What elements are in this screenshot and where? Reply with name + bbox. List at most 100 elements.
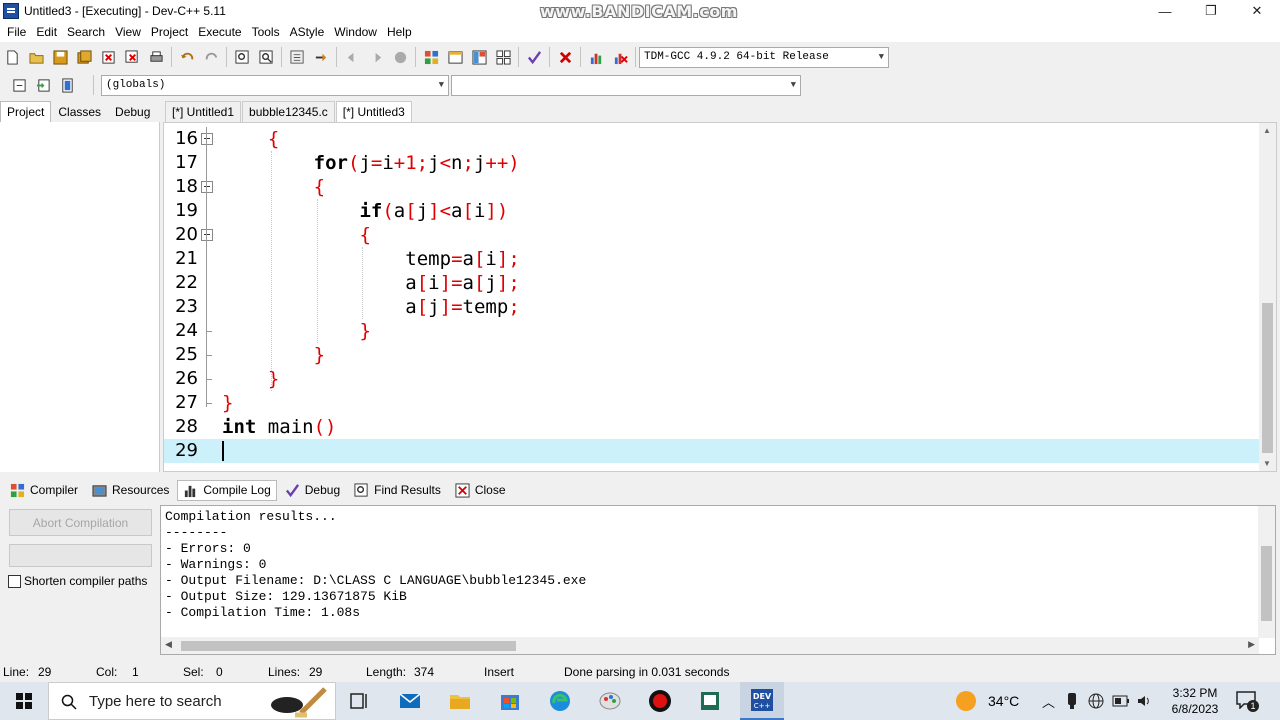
log-vertical-scrollbar[interactable] [1258, 506, 1275, 638]
indent-button[interactable] [286, 46, 308, 68]
editor-vertical-scrollbar[interactable]: ▲ ▼ [1259, 123, 1276, 471]
toggle-bookmark-button[interactable] [32, 74, 54, 96]
scope-select[interactable]: (globals) ▼ [101, 74, 449, 96]
menu-view[interactable]: View [110, 25, 146, 39]
scroll-down-icon[interactable]: ▼ [1263, 459, 1271, 468]
bookmark-button[interactable] [389, 46, 411, 68]
compiler-select[interactable]: TDM-GCC 4.9.2 64-bit Release ▼ [639, 46, 889, 68]
menu-project[interactable]: Project [146, 25, 193, 39]
fold-toggle-icon[interactable] [201, 133, 213, 145]
code-line[interactable]: 19 if(a[j]<a[i]) [164, 199, 1260, 223]
notification-center-button[interactable]: 1 [1236, 691, 1259, 712]
code-line[interactable]: 28 int main() [164, 415, 1260, 439]
tab-close-panel[interactable]: Close [449, 480, 512, 501]
fold-toggle-icon[interactable] [201, 181, 213, 193]
taskbar-search-box[interactable]: Type here to search [48, 682, 336, 720]
close-file-button[interactable] [97, 46, 119, 68]
volume-icon[interactable] [1136, 693, 1152, 709]
code-line[interactable]: 17 for(j=i+1;j<n;j++) [164, 151, 1260, 175]
menu-file[interactable]: File [2, 25, 31, 39]
network-globe-icon[interactable] [1088, 693, 1104, 709]
tab-bubble12345[interactable]: bubble12345.c [242, 101, 335, 122]
usb-device-icon[interactable] [1064, 692, 1080, 710]
code-line[interactable]: 20 { [164, 223, 1260, 247]
menu-window[interactable]: Window [329, 25, 382, 39]
member-select[interactable]: ▼ [451, 74, 801, 96]
save-all-button[interactable] [73, 46, 95, 68]
log-vscroll-thumb[interactable] [1261, 546, 1272, 621]
minimize-button[interactable]: — [1142, 0, 1188, 22]
system-clock[interactable]: 3:32 PM 6/8/2023 [1160, 685, 1230, 717]
task-view-icon[interactable] [348, 689, 372, 713]
tab-resources[interactable]: Resources [86, 480, 175, 501]
close-all-button[interactable] [121, 46, 143, 68]
open-file-button[interactable] [25, 46, 47, 68]
code-line[interactable]: 25 } [164, 343, 1260, 367]
code-line[interactable]: 27} [164, 391, 1260, 415]
goto-line-button[interactable] [310, 46, 332, 68]
print-button[interactable] [145, 46, 167, 68]
replace-button[interactable] [255, 46, 277, 68]
close-window-button[interactable]: ✕ [1234, 0, 1280, 22]
project-options-button[interactable] [444, 46, 466, 68]
code-editor[interactable]: 16 {17 for(j=i+1;j<n;j++) 18 {19 if(a[j]<… [163, 122, 1277, 472]
tab-project[interactable]: Project [0, 101, 52, 123]
code-line[interactable]: 29 [164, 439, 1260, 463]
record-icon[interactable] [648, 689, 672, 713]
menu-astyle[interactable]: AStyle [285, 25, 330, 39]
log-horizontal-scrollbar[interactable]: ◀ ▶ [161, 637, 1259, 654]
goto-bookmark-button[interactable] [56, 74, 78, 96]
tab-untitled1[interactable]: [*] Untitled1 [165, 101, 242, 122]
undo-button[interactable] [176, 46, 198, 68]
stop-execution-button[interactable] [554, 46, 576, 68]
class-browser-button[interactable] [468, 46, 490, 68]
code-line[interactable]: 26 } [164, 367, 1260, 391]
code-line[interactable]: 18 { [164, 175, 1260, 199]
shorten-paths-option[interactable]: Shorten compiler paths [8, 574, 147, 588]
code-line[interactable]: 22 a[i]=a[j]; [164, 271, 1260, 295]
devcpp-taskbar-button[interactable]: DEV C++ [740, 682, 784, 720]
redo-button[interactable] [200, 46, 222, 68]
menu-tools[interactable]: Tools [247, 25, 285, 39]
battery-icon[interactable] [1112, 694, 1130, 708]
sticky-app-icon[interactable] [698, 689, 722, 713]
menu-search[interactable]: Search [62, 25, 110, 39]
start-button[interactable] [0, 682, 48, 720]
menu-edit[interactable]: Edit [31, 25, 62, 39]
scroll-left-icon[interactable]: ◀ [165, 639, 172, 650]
abort-compilation-button[interactable]: Abort Compilation [9, 509, 152, 536]
tab-debug[interactable]: Debug [108, 101, 157, 123]
weather-widget[interactable]: 34°C [956, 682, 1019, 720]
edge-browser-icon[interactable] [548, 689, 572, 713]
fold-toggle-icon[interactable] [201, 229, 213, 241]
new-project-button[interactable] [420, 46, 442, 68]
code-line[interactable]: 21 temp=a[i]; [164, 247, 1260, 271]
paint-icon[interactable] [598, 689, 622, 713]
check-syntax-button[interactable] [523, 46, 545, 68]
code-line[interactable]: 24 } [164, 319, 1260, 343]
log-hscroll-thumb[interactable] [181, 641, 516, 651]
tab-compiler[interactable]: Compiler [4, 480, 84, 501]
scroll-up-icon[interactable]: ▲ [1263, 126, 1271, 135]
mail-icon[interactable] [398, 689, 422, 713]
find-button[interactable] [231, 46, 253, 68]
code-line[interactable]: 23 a[j]=temp; [164, 295, 1260, 319]
new-file-button[interactable] [1, 46, 23, 68]
save-button[interactable] [49, 46, 71, 68]
store-icon[interactable] [498, 689, 522, 713]
shorten-paths-checkbox[interactable] [8, 574, 21, 588]
view-toggle-button[interactable] [492, 46, 514, 68]
forward-button[interactable] [365, 46, 387, 68]
editor-scroll-thumb[interactable] [1262, 303, 1273, 453]
delete-profile-button[interactable] [609, 46, 631, 68]
menu-help[interactable]: Help [382, 25, 417, 39]
menu-execute[interactable]: Execute [193, 25, 246, 39]
tab-debug-bottom[interactable]: Debug [279, 480, 346, 501]
scroll-right-icon[interactable]: ▶ [1248, 639, 1255, 650]
maximize-button[interactable]: ❐ [1188, 0, 1234, 22]
tab-classes[interactable]: Classes [51, 101, 108, 123]
tab-find-results[interactable]: Find Results [348, 480, 447, 501]
code-line[interactable]: 16 { [164, 127, 1260, 151]
profile-button[interactable] [585, 46, 607, 68]
file-explorer-icon[interactable] [448, 689, 472, 713]
